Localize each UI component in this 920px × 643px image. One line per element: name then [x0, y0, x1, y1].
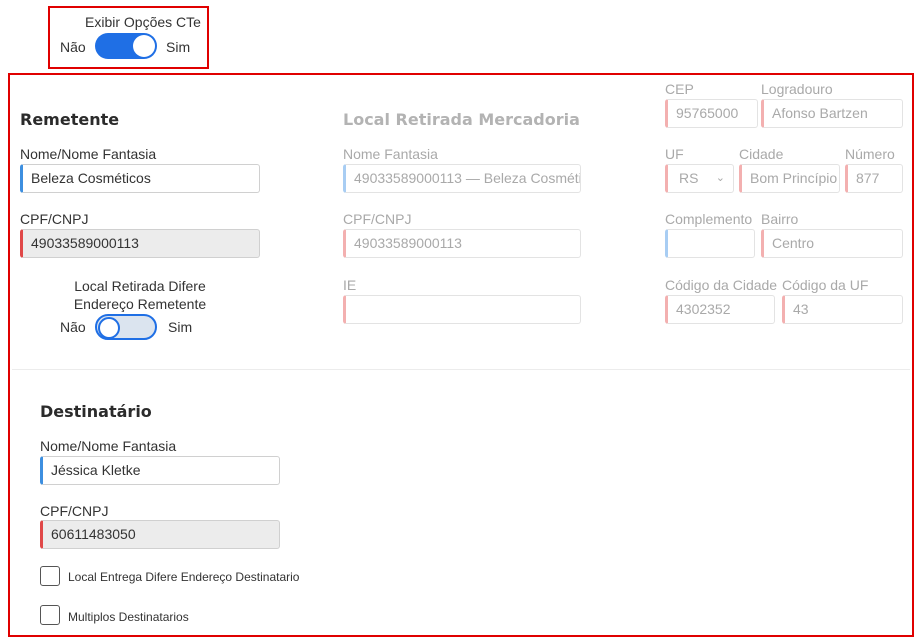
numero-label: Número — [845, 146, 895, 162]
cte-options-label: Exibir Opções CTe — [85, 14, 201, 30]
codigo-cidade-label: Código da Cidade — [665, 277, 778, 293]
local-entrega-checkbox-label: Local Entrega Difere Endereço Destinatar… — [68, 570, 300, 584]
local-retirada-ie-input[interactable] — [343, 295, 581, 324]
cte-options-off-label: Não — [60, 39, 86, 55]
multiplos-destinatarios-checkbox-label: Multiplos Destinatarios — [68, 610, 189, 624]
logradouro-label: Logradouro — [761, 81, 833, 97]
local-retirada-toggle-label-1: Local Retirada Difere — [74, 278, 206, 294]
remetente-nome-label: Nome/Nome Fantasia — [20, 146, 157, 162]
remetente-heading: Remetente — [20, 110, 120, 129]
destinatario-nome-label: Nome/Nome Fantasia — [40, 438, 177, 454]
local-retirada-cpf-input[interactable]: 49033589000113 — [343, 229, 581, 258]
local-retirada-toggle-label-2: Endereço Remetente — [73, 296, 207, 312]
bairro-label: Bairro — [761, 211, 799, 227]
remetente-cpf-input[interactable]: 49033589000113 — [20, 229, 260, 258]
cidade-label: Cidade — [739, 146, 784, 162]
local-retirada-nome-label: Nome Fantasia — [343, 146, 438, 162]
local-retirada-heading: Local Retirada Mercadoria — [343, 110, 580, 129]
complemento-input[interactable] — [665, 229, 755, 258]
uf-select-value: RS — [679, 170, 699, 186]
cep-input[interactable]: 95765000 — [665, 99, 758, 128]
destinatario-heading: Destinatário — [40, 402, 152, 421]
local-retirada-nome-input[interactable]: 49033589000113 — Beleza Cosmético — [343, 164, 581, 193]
local-retirada-toggle[interactable] — [95, 314, 157, 340]
codigo-cidade-input[interactable]: 4302352 — [665, 295, 775, 324]
complemento-label: Complemento — [665, 211, 753, 227]
local-retirada-off-label: Não — [60, 319, 86, 335]
destinatario-nome-input[interactable]: Jéssica Kletke — [40, 456, 280, 485]
codigo-uf-label: Código da UF — [782, 277, 869, 293]
logradouro-input[interactable]: Afonso Bartzen — [761, 99, 903, 128]
cte-options-on-label: Sim — [166, 39, 191, 55]
chevron-down-icon: ⌄ — [715, 172, 725, 184]
destinatario-cpf-input[interactable]: 60611483050 — [40, 520, 280, 549]
section-divider — [12, 369, 910, 370]
local-retirada-cpf-label: CPF/CNPJ — [343, 211, 412, 227]
bairro-input[interactable]: Centro — [761, 229, 903, 258]
remetente-nome-input[interactable]: Beleza Cosméticos — [20, 164, 260, 193]
toggle-knob — [98, 317, 120, 339]
local-retirada-ie-label: IE — [343, 277, 357, 293]
local-retirada-on-label: Sim — [168, 319, 193, 335]
destinatario-cpf-label: CPF/CNPJ — [40, 503, 109, 519]
toggle-knob — [133, 35, 155, 57]
remetente-cpf-label: CPF/CNPJ — [20, 211, 89, 227]
cidade-input[interactable]: Bom Princípio — [739, 164, 840, 193]
multiplos-destinatarios-checkbox[interactable] — [40, 605, 60, 625]
local-entrega-checkbox[interactable] — [40, 566, 60, 586]
uf-select[interactable]: RS ⌄ — [665, 164, 734, 193]
codigo-uf-input[interactable]: 43 — [782, 295, 903, 324]
cte-options-toggle[interactable] — [95, 33, 157, 59]
numero-input[interactable]: 877 — [845, 164, 903, 193]
uf-label: UF — [665, 146, 684, 162]
cep-label: CEP — [665, 81, 694, 97]
